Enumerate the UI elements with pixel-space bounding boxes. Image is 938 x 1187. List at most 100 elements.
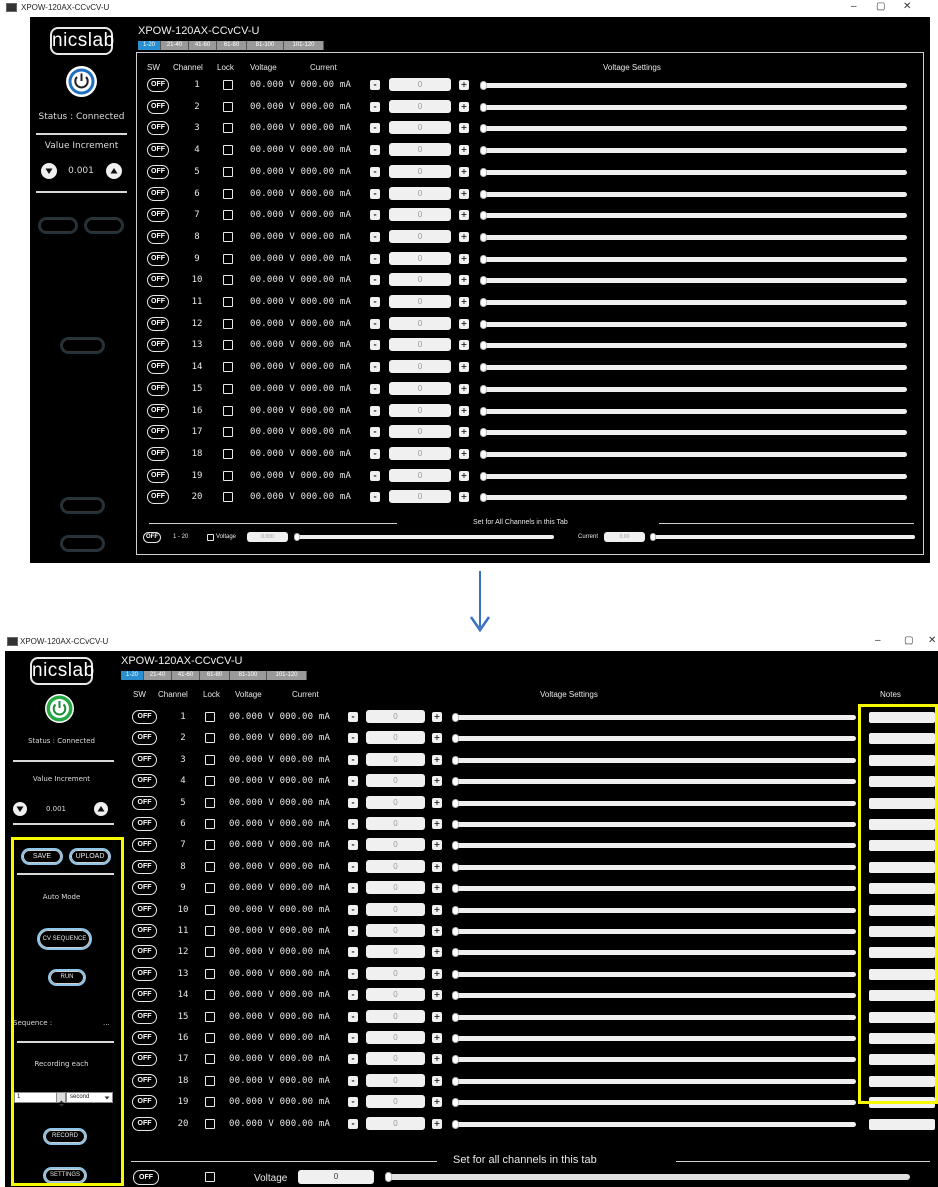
plus-button[interactable]: + <box>432 1054 442 1065</box>
minus-button[interactable]: - <box>348 947 358 958</box>
voltage-slider-knob[interactable] <box>480 146 487 156</box>
voltage-slider-knob[interactable] <box>452 1012 459 1022</box>
plus-button[interactable]: + <box>459 80 469 90</box>
plus-button[interactable]: + <box>432 968 442 979</box>
channel-off-button[interactable]: OFF <box>147 229 169 244</box>
plus-button[interactable]: + <box>432 926 442 936</box>
voltage-slider[interactable] <box>454 886 856 892</box>
channel-off-button[interactable]: OFF <box>147 121 169 136</box>
setpoint-input[interactable]: 0 <box>389 251 451 265</box>
plus-button[interactable]: + <box>432 1033 442 1043</box>
channel-off-button[interactable]: OFF <box>132 710 157 724</box>
footer-lock-checkbox[interactable] <box>205 1172 215 1182</box>
voltage-slider-knob[interactable] <box>452 798 459 808</box>
plus-button[interactable]: + <box>459 188 469 199</box>
channel-off-button[interactable]: OFF <box>147 186 169 201</box>
plus-button[interactable]: + <box>459 231 469 242</box>
voltage-slider[interactable] <box>482 278 907 284</box>
lock-checkbox[interactable] <box>223 427 233 438</box>
voltage-slider-knob[interactable] <box>480 406 487 416</box>
lock-checkbox[interactable] <box>223 470 233 481</box>
channel-off-button[interactable]: OFF <box>132 774 157 789</box>
channel-off-button[interactable]: OFF <box>147 208 169 223</box>
setpoint-input[interactable]: 0 <box>366 795 425 809</box>
minus-button[interactable]: - <box>370 383 380 394</box>
minus-button[interactable]: - <box>348 1054 358 1065</box>
voltage-slider-knob[interactable] <box>452 927 459 936</box>
voltage-slider[interactable] <box>482 386 907 392</box>
channel-off-button[interactable]: OFF <box>147 273 169 288</box>
minus-button[interactable]: - <box>370 297 380 307</box>
voltage-slider[interactable] <box>454 822 856 827</box>
setpoint-input[interactable]: 0 <box>389 229 451 243</box>
plus-button[interactable]: + <box>459 383 469 394</box>
lock-checkbox[interactable] <box>205 840 215 851</box>
voltage-slider-knob[interactable] <box>452 884 459 894</box>
lock-checkbox[interactable] <box>205 883 215 894</box>
plus-button[interactable]: + <box>432 797 442 808</box>
minus-button[interactable]: - <box>348 1097 358 1108</box>
plus-button[interactable]: + <box>459 123 469 134</box>
voltage-slider[interactable] <box>482 473 907 479</box>
lock-checkbox[interactable] <box>205 1075 215 1086</box>
footer-off-button[interactable]: OFF <box>133 1170 159 1185</box>
plus-button[interactable]: + <box>432 1118 442 1129</box>
lock-checkbox[interactable] <box>223 253 233 264</box>
voltage-slider-knob[interactable] <box>480 124 487 134</box>
tab-1-20[interactable]: 1-20 <box>121 671 144 680</box>
channel-off-button[interactable]: OFF <box>147 425 169 440</box>
setpoint-input[interactable]: 0 <box>389 446 451 460</box>
setpoint-input[interactable]: 0 <box>389 425 451 439</box>
plus-button[interactable]: + <box>459 405 469 416</box>
channel-off-button[interactable]: OFF <box>147 381 169 396</box>
notes-input[interactable] <box>869 776 935 788</box>
plus-button[interactable]: + <box>459 318 469 329</box>
notes-input[interactable] <box>869 840 935 852</box>
voltage-slider[interactable] <box>454 736 856 742</box>
minus-button[interactable]: - <box>370 492 380 503</box>
notes-input[interactable] <box>869 1097 935 1109</box>
voltage-slider[interactable] <box>454 1078 856 1084</box>
lock-checkbox[interactable] <box>223 492 233 503</box>
voltage-slider[interactable] <box>482 408 907 414</box>
setpoint-input[interactable]: 0 <box>389 360 451 374</box>
voltage-slider-knob[interactable] <box>452 713 459 722</box>
setpoint-input[interactable]: 0 <box>389 164 451 178</box>
power-button[interactable] <box>66 66 97 97</box>
footer-voltage-input[interactable]: 0.000 <box>247 532 288 542</box>
voltage-slider[interactable] <box>482 234 907 240</box>
channel-off-button[interactable]: OFF <box>132 902 157 917</box>
voltage-slider-knob[interactable] <box>480 276 487 286</box>
notes-input[interactable] <box>869 1118 935 1130</box>
setpoint-input[interactable]: 0 <box>389 208 451 222</box>
voltage-slider[interactable] <box>482 495 907 501</box>
decrement-button[interactable] <box>13 802 27 816</box>
notes-input[interactable] <box>869 990 935 1002</box>
plus-button[interactable]: + <box>459 362 469 373</box>
channel-off-button[interactable]: OFF <box>147 143 169 158</box>
voltage-slider[interactable] <box>454 779 856 785</box>
setpoint-input[interactable]: 0 <box>366 966 425 980</box>
setpoint-input[interactable]: 0 <box>389 338 451 352</box>
lock-checkbox[interactable] <box>223 145 233 156</box>
channel-off-button[interactable]: OFF <box>132 966 157 981</box>
notes-input[interactable] <box>869 733 935 745</box>
lock-checkbox[interactable] <box>205 990 215 1001</box>
voltage-slider[interactable] <box>482 430 907 436</box>
lock-checkbox[interactable] <box>223 123 233 134</box>
channel-off-button[interactable]: OFF <box>147 490 169 505</box>
save-button[interactable]: SAVE <box>21 848 63 865</box>
voltage-slider-knob[interactable] <box>480 493 487 503</box>
voltage-slider-knob[interactable] <box>452 991 459 1001</box>
voltage-slider-knob[interactable] <box>480 167 487 177</box>
voltage-slider-knob[interactable] <box>480 211 487 221</box>
channel-off-button[interactable]: OFF <box>147 164 169 179</box>
footer-current-slider-knob[interactable] <box>650 533 656 541</box>
plus-button[interactable]: + <box>459 275 469 286</box>
footer-voltage-slider-knob[interactable] <box>294 533 300 541</box>
minus-button[interactable]: - <box>348 754 358 765</box>
plus-button[interactable]: + <box>459 166 469 177</box>
voltage-slider-knob[interactable] <box>452 905 459 915</box>
setpoint-input[interactable]: 0 <box>389 273 451 287</box>
notes-input[interactable] <box>869 1011 935 1023</box>
